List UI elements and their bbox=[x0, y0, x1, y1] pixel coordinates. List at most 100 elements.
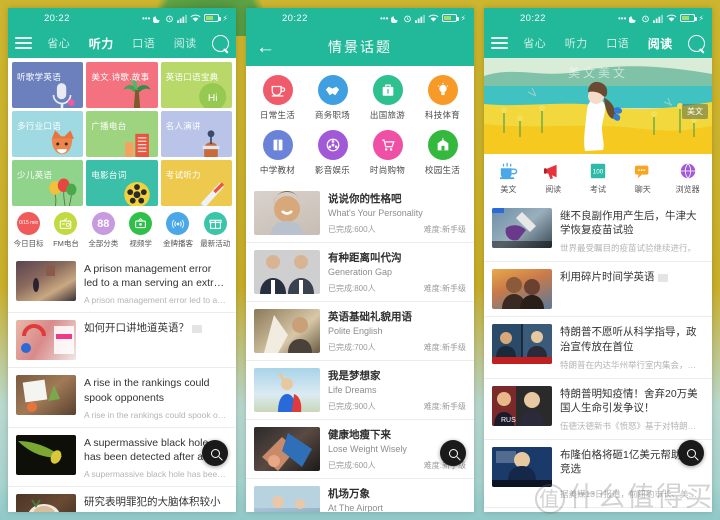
svg-text:Hi: Hi bbox=[208, 93, 218, 104]
article-title-text: 如何开口讲地道英语？ bbox=[84, 322, 189, 335]
hamburger-icon[interactable] bbox=[491, 37, 508, 49]
quick-icon-video-learn[interactable]: 视频学 bbox=[122, 212, 159, 249]
quick-icon-podcast[interactable]: 金牌播客 bbox=[159, 212, 196, 249]
more-dots-icon: ••• bbox=[379, 13, 389, 23]
quick-icon-label: 最新活动 bbox=[200, 239, 231, 248]
search-fab-button[interactable] bbox=[678, 440, 704, 466]
balloons-icon bbox=[49, 178, 77, 206]
list-item[interactable]: A prison management error led to a man s… bbox=[8, 254, 236, 314]
list-item[interactable]: 研究表明罪犯的大脑体积较小 Studies show that criminal… bbox=[8, 487, 236, 512]
diploma-icon bbox=[200, 182, 225, 206]
list-item-body: A prison management error led to a man s… bbox=[84, 261, 228, 305]
tile-celebrity-speech[interactable]: 名人演讲 bbox=[160, 111, 232, 157]
hamburger-icon[interactable] bbox=[15, 37, 32, 49]
category-tech-sports[interactable]: 科技体育 bbox=[415, 75, 470, 121]
moon-icon bbox=[629, 15, 637, 23]
banner-badge[interactable]: 美文 bbox=[682, 104, 708, 119]
tab-kouyu[interactable]: 口语 bbox=[606, 35, 629, 51]
list-item-body: 如何开口讲地道英语？ bbox=[84, 320, 228, 360]
search-icon[interactable] bbox=[212, 34, 229, 52]
tile-industry-speaking[interactable]: 多行业口语 bbox=[12, 111, 84, 157]
tab-yuedu[interactable]: 阅读 bbox=[648, 35, 673, 52]
handshake-icon bbox=[317, 75, 348, 105]
category-fashion-shopping[interactable]: 时尚购物 bbox=[360, 130, 415, 176]
tile-movie-lines[interactable]: 电影台词 bbox=[86, 160, 158, 206]
moon-icon bbox=[153, 15, 161, 23]
tab-shengxin[interactable]: 省心 bbox=[47, 35, 70, 51]
category-campus-life[interactable]: 校园生活 bbox=[415, 130, 470, 176]
list-item[interactable]: 说说你的性格吧 What's Your Personality 已完成:600人… bbox=[246, 184, 474, 243]
categories-glyph: 88 bbox=[97, 217, 110, 230]
completed-count: 已完成:700人 bbox=[328, 343, 376, 352]
signal-icon bbox=[177, 14, 188, 23]
list-item[interactable]: 利用碎片时间学英语 bbox=[484, 262, 712, 318]
tile-kids-english[interactable]: 少儿英语 bbox=[12, 160, 84, 206]
quick-icon-today-goal[interactable]: 0/15 min 今日目标 bbox=[10, 212, 47, 249]
list-item[interactable]: 特朗普不愿听从科学指导，政治宣传放在首位 特朗普在内达华州举行室内集会，再次"表… bbox=[484, 317, 712, 379]
status-bar: 20:22 ••• ⚡ bbox=[8, 8, 236, 28]
category-travel-abroad[interactable]: 出国旅游 bbox=[360, 75, 415, 121]
article-title: A prison management error led to a man s… bbox=[84, 263, 220, 290]
alarm-icon bbox=[642, 15, 650, 22]
article-subtitle: 世界最受瞩目的疫苗试验继续进行。 bbox=[560, 243, 697, 254]
topic-title: 英语基础礼貌用语 bbox=[328, 311, 412, 323]
list-item[interactable]: A rise in the rankings could spook oppon… bbox=[8, 368, 236, 428]
list-item[interactable]: RUS 特朗普明知疫情！舍弃20万美国人生命引发争议！ 伍德沃德新书《愤怒》基于… bbox=[484, 378, 712, 441]
list-item[interactable]: 英语基础礼貌用语 Polite English 已完成:700人 难度:新手级 bbox=[246, 302, 474, 361]
list-item-body: 利用碎片时间学英语 bbox=[560, 269, 704, 309]
tab-tingli[interactable]: 听力 bbox=[89, 35, 114, 52]
list-item[interactable]: 如何开口讲地道英语？ bbox=[8, 313, 236, 369]
tile-radio-station[interactable]: 广播电台 bbox=[86, 111, 158, 157]
quick-icon-fm-radio[interactable]: FM电台 bbox=[47, 212, 84, 249]
search-icon[interactable] bbox=[688, 34, 705, 52]
quick-icon-chat[interactable]: 聊天 bbox=[620, 160, 665, 195]
search-fab-button[interactable] bbox=[440, 440, 466, 466]
radio-icon bbox=[54, 212, 78, 235]
tile-exam-listening[interactable]: 考试听力 bbox=[160, 160, 232, 206]
category-school-textbook[interactable]: 中学教材 bbox=[250, 130, 305, 176]
article-title: 继不良副作用产生后，牛津大学恢复疫苗试验 bbox=[560, 210, 697, 237]
quick-icon-latest-events[interactable]: 最新活动 bbox=[197, 212, 234, 249]
more-dots-icon: ••• bbox=[141, 13, 151, 23]
megaphone-icon bbox=[531, 160, 576, 182]
panel3-scroll-area[interactable]: 美文美文 美文 美文 阅读 100 考试 聊天 浏览器 继不良副作用产生后，牛津… bbox=[484, 58, 712, 512]
search-fab-button[interactable] bbox=[202, 440, 228, 466]
tile-listen-songs[interactable]: 听歌学英语 bbox=[12, 62, 84, 108]
quick-icon-browser[interactable]: 浏览器 bbox=[665, 160, 710, 195]
list-item[interactable]: 继不良副作用产生后，牛津大学恢复疫苗试验 世界最受瞩目的疫苗试验继续进行。 bbox=[484, 201, 712, 263]
list-item[interactable]: 机场万象 At The Airport 已完成:700人 难度:新手级 bbox=[246, 479, 474, 512]
news-broadcast-photo bbox=[492, 324, 552, 365]
tile-essays-poems[interactable]: 美文.诗歌.故事 bbox=[86, 62, 158, 108]
tab-yuedu[interactable]: 阅读 bbox=[174, 35, 197, 51]
list-item[interactable]: 褪色的美国梦：美国已经不再是中国学生留学学的第一选择 bbox=[484, 508, 712, 512]
tab-shengxin[interactable]: 省心 bbox=[523, 35, 546, 51]
broadcast-icon bbox=[166, 212, 190, 235]
quick-icon-label: 今日目标 bbox=[13, 239, 44, 248]
tile-label: 电影台词 bbox=[91, 170, 127, 180]
alarm-icon bbox=[166, 15, 174, 22]
category-entertainment[interactable]: 影音娱乐 bbox=[305, 130, 360, 176]
tile-spoken-english[interactable]: 英语口语宝典 Hi bbox=[160, 62, 232, 108]
category-label: 时尚购物 bbox=[369, 165, 406, 175]
category-daily-life[interactable]: 日常生活 bbox=[250, 75, 305, 121]
category-business[interactable]: 商务职场 bbox=[305, 75, 360, 121]
charging-icon: ⚡ bbox=[460, 13, 466, 23]
quick-icon-reading[interactable]: 阅读 bbox=[531, 160, 576, 195]
green-leaf-photo bbox=[16, 434, 76, 475]
desk-flatlay-photo bbox=[16, 375, 76, 416]
panel2-scroll-area[interactable]: 日常生活 商务职场 出国旅游 科技体育 中学教材 影音娱乐 时尚购物 校园生活 … bbox=[246, 66, 474, 512]
article-list: A prison management error led to a man s… bbox=[8, 254, 236, 512]
quick-icon-meiwen[interactable]: 美文 bbox=[486, 160, 531, 195]
tile-label: 少儿英语 bbox=[17, 170, 53, 180]
quick-icon-label: 全部分类 bbox=[88, 239, 119, 248]
list-item[interactable]: 我是梦想家 Life Dreams 已完成:900人 难度:新手级 bbox=[246, 361, 474, 420]
tab-kouyu[interactable]: 口语 bbox=[132, 35, 155, 51]
panel1-scroll-area[interactable]: 听歌学英语 美文.诗歌.故事 英语口语宝典 Hi 多行业口语 广播电台 名人演讲 bbox=[8, 58, 236, 512]
quick-icon-all-categories[interactable]: 88 全部分类 bbox=[85, 212, 122, 249]
difficulty-level: 难度:新手级 bbox=[423, 284, 466, 293]
tab-tingli[interactable]: 听力 bbox=[565, 35, 588, 51]
status-time: 20:22 bbox=[44, 12, 70, 24]
list-item[interactable]: 有种距离叫代沟 Generation Gap 已完成:800人 难度:新手级 bbox=[246, 243, 474, 302]
quick-icon-exam[interactable]: 100 考试 bbox=[576, 160, 621, 195]
reading-banner[interactable]: 美文美文 美文 bbox=[484, 58, 712, 154]
